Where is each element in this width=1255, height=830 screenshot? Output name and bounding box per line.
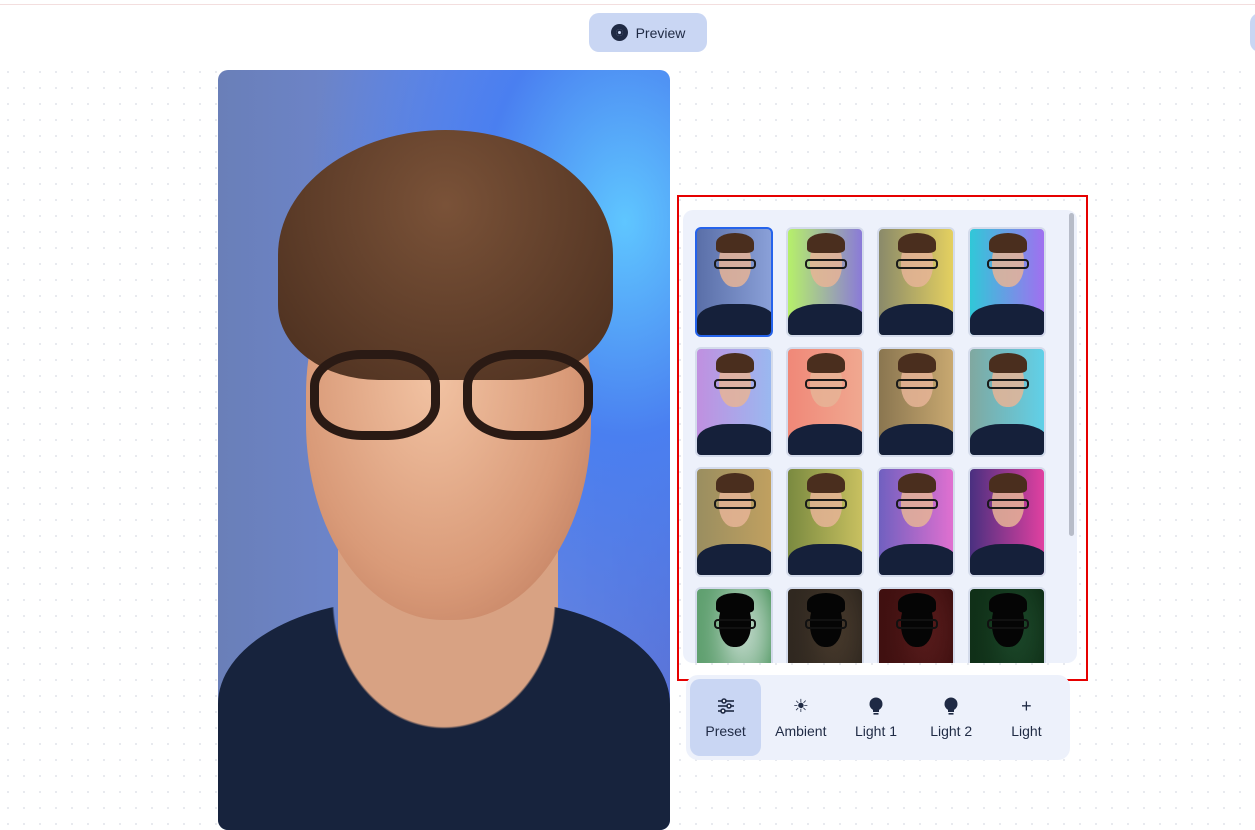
tool-label: Light 2 bbox=[930, 722, 973, 739]
sliders-icon bbox=[717, 697, 735, 715]
bulb-icon bbox=[943, 697, 959, 715]
tool-label: Light 1 bbox=[854, 722, 898, 739]
preview-button[interactable]: Preview bbox=[589, 13, 707, 52]
tool-label: Preset bbox=[705, 722, 746, 739]
highlight-box bbox=[677, 195, 1088, 681]
tool-ambient[interactable]: ☀ Ambient bbox=[765, 679, 836, 756]
tool-light[interactable]: + Light bbox=[991, 679, 1062, 756]
tool-label: Light bbox=[1011, 722, 1042, 739]
right-toolbar-button[interactable] bbox=[1250, 13, 1255, 52]
eye-icon bbox=[610, 24, 628, 41]
preview-label: Preview bbox=[635, 24, 686, 41]
tool-preset[interactable]: Preset bbox=[690, 679, 762, 756]
light-toolbar: Preset ☀ Ambient Light 1 Light 2 + Light bbox=[686, 675, 1070, 760]
plus-icon: + bbox=[1021, 695, 1032, 716]
tool-light-1[interactable]: Light 1 bbox=[840, 679, 911, 756]
tool-light-2[interactable]: Light 2 bbox=[916, 679, 987, 756]
sun-icon: ☀ bbox=[792, 695, 809, 716]
tool-label: Ambient bbox=[775, 722, 827, 739]
bulb-icon bbox=[868, 697, 884, 715]
portrait-canvas bbox=[218, 70, 670, 830]
